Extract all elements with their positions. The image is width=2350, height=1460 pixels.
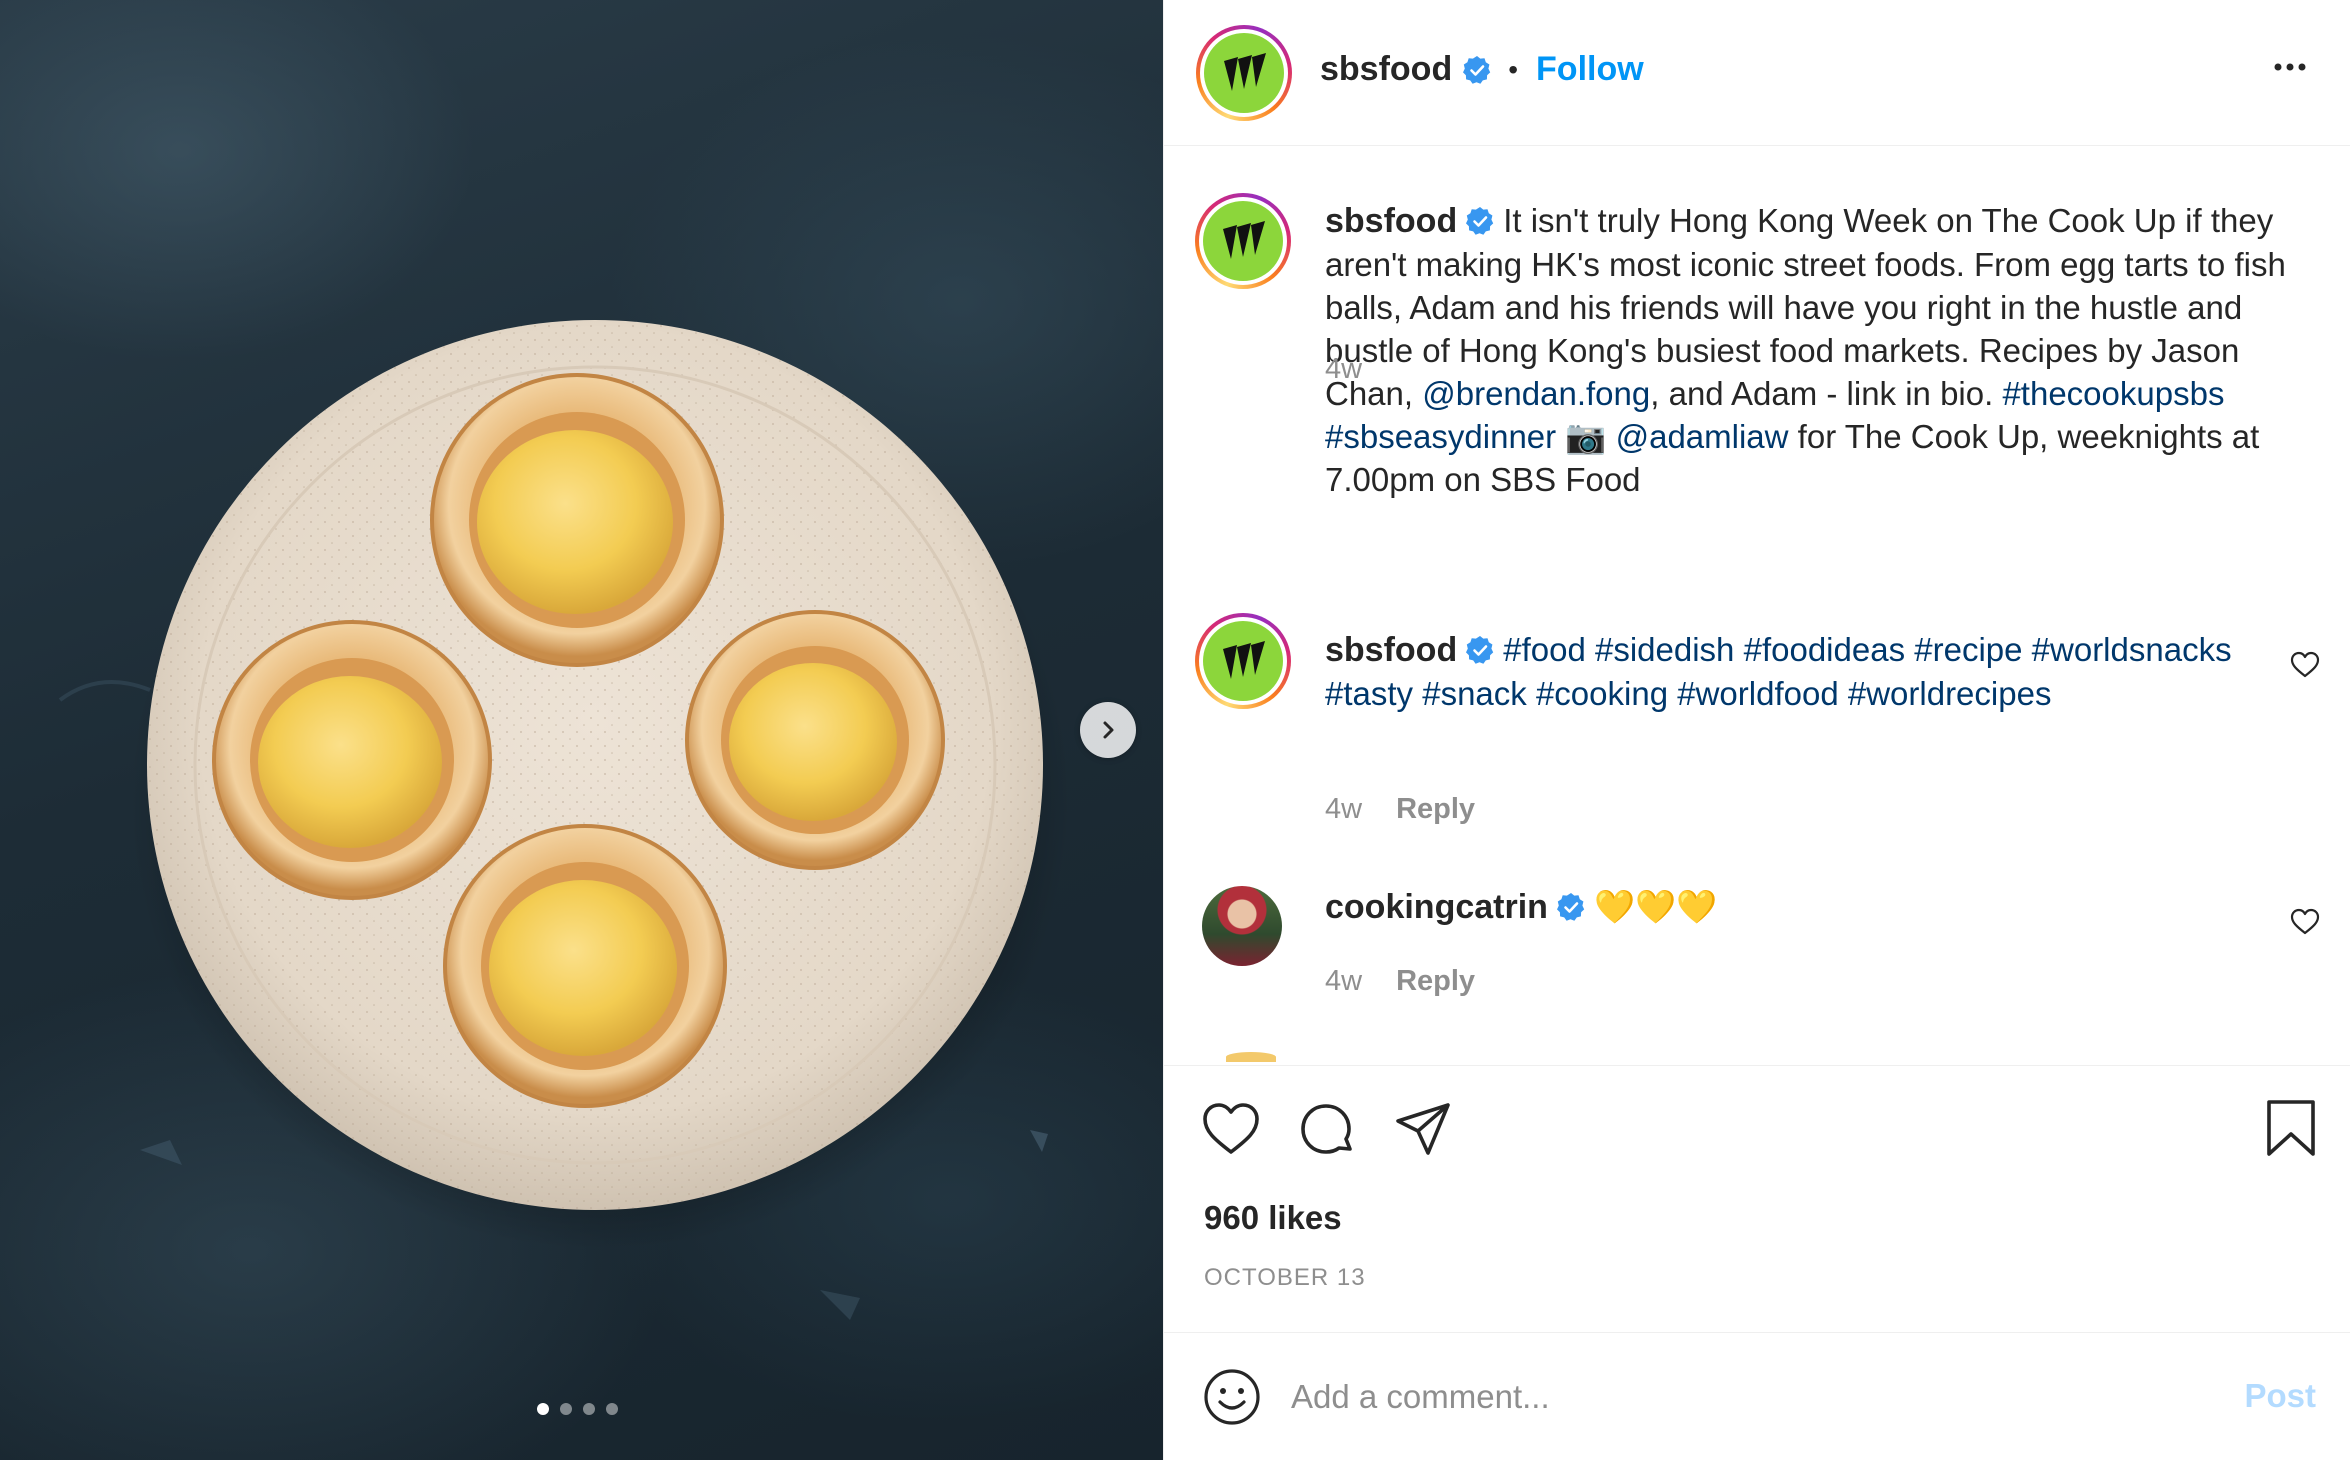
hashtag-link[interactable]: #recipe (1914, 631, 2022, 668)
more-options-button[interactable] (2272, 60, 2308, 78)
caption-body: sbsfood It isn't truly Hong Kong Week on … (1325, 199, 2320, 501)
like-button[interactable] (1202, 1102, 1260, 1161)
caption-time[interactable]: 4w (1325, 353, 1362, 386)
comment-time[interactable]: 4w (1325, 793, 1362, 826)
post-date[interactable]: OCTOBER 13 (1204, 1264, 1366, 1292)
carousel-dot (560, 1403, 572, 1415)
comment-avatar[interactable] (1202, 886, 1282, 966)
hashtag-link[interactable]: #worldfood (1677, 675, 1838, 712)
follow-button[interactable]: Follow (1536, 50, 1644, 89)
post-photo[interactable] (0, 0, 1163, 1460)
heart-icon (1203, 1103, 1259, 1154)
avatar[interactable] (1196, 25, 1292, 121)
caption-username[interactable]: sbsfood (1325, 202, 1457, 240)
carousel-dot (537, 1403, 549, 1415)
carousel-dot (606, 1403, 618, 1415)
hashtag-link[interactable]: #sidedish (1595, 631, 1734, 668)
verified-icon (1463, 55, 1491, 84)
comment-username[interactable]: sbsfood (1325, 631, 1457, 669)
sbs-logo-icon (1223, 221, 1265, 259)
comment-icon (1301, 1104, 1352, 1154)
comment-username[interactable]: cookingcatrin (1325, 888, 1548, 926)
post-actions: 960 likes OCTOBER 13 (1164, 1065, 2350, 1331)
sbs-logo-icon (1223, 641, 1265, 679)
caption-text: , and Adam - link in bio. (1650, 375, 2003, 412)
share-button[interactable] (1394, 1101, 1452, 1162)
more-icon (2274, 63, 2306, 71)
header-username[interactable]: sbsfood (1320, 50, 1452, 89)
like-comment-button[interactable] (2290, 651, 2320, 684)
carousel-next-button[interactable] (1080, 702, 1136, 758)
chevron-right-icon (1103, 721, 1114, 739)
comments-list[interactable]: sbsfood It isn't truly Hong Kong Week on … (1164, 147, 2350, 1062)
post-details-panel: sbsfood • Follow sbsfood It isn't truly … (1163, 0, 2350, 1460)
post-header: sbsfood • Follow (1164, 0, 2350, 146)
carousel-indicator (537, 1403, 618, 1415)
heart-icon (2290, 651, 2320, 678)
verified-icon (1466, 207, 1494, 235)
bookmark-icon (2267, 1100, 2315, 1156)
comment-meta: 4w Reply (1325, 965, 1475, 998)
save-button[interactable] (2265, 1098, 2317, 1163)
hashtag-link[interactable]: #food (1503, 631, 1586, 668)
post-comment-button[interactable]: Post (2244, 1377, 2316, 1415)
comment-body: sbsfood #food #sidedish #foodideas #recip… (1325, 628, 2240, 715)
hashtag-link[interactable]: #tasty (1325, 675, 1413, 712)
comment-input[interactable] (1291, 1365, 2161, 1429)
header-separator: • (1508, 53, 1519, 85)
heart-icon (2290, 908, 2320, 935)
hashtag-link[interactable]: #thecookupsbs (2002, 375, 2224, 412)
hashtag-link[interactable]: #sbseasydinner (1325, 418, 1556, 455)
mention-link[interactable]: @brendan.fong (1422, 375, 1650, 412)
caption-avatar[interactable] (1195, 193, 1291, 289)
reply-button[interactable]: Reply (1396, 965, 1475, 998)
carousel-dot (583, 1403, 595, 1415)
hashtag-link[interactable]: #worldrecipes (1848, 675, 2052, 712)
add-comment-bar: Post (1164, 1332, 2350, 1460)
next-comment-avatar-peek (1226, 1052, 1276, 1062)
sbs-logo-icon (1224, 53, 1266, 91)
hashtag-link[interactable]: #foodideas (1744, 631, 1905, 668)
likes-count[interactable]: 960 likes (1204, 1199, 1342, 1237)
comment-body: cookingcatrin 💛💛💛 (1325, 885, 2320, 929)
hashtag-link[interactable]: #snack (1422, 675, 1527, 712)
like-comment-button[interactable] (2290, 908, 2320, 941)
verified-icon (1556, 893, 1585, 921)
verified-icon (1466, 636, 1494, 664)
mention-link[interactable]: @adamliaw (1616, 418, 1789, 455)
header-user: sbsfood • Follow (1320, 50, 1644, 89)
hashtag-link[interactable]: #worldsnacks (2032, 631, 2232, 668)
comment-text: 💛💛💛 (1593, 888, 1718, 925)
emoji-button[interactable] (1202, 1367, 1262, 1432)
comment-meta: 4w Reply (1325, 793, 1475, 826)
camera-emoji: 📷 (1565, 418, 1607, 455)
comment-button[interactable] (1298, 1101, 1356, 1164)
comment-avatar[interactable] (1195, 613, 1291, 709)
hashtag-link[interactable]: #cooking (1536, 675, 1668, 712)
reply-button[interactable]: Reply (1396, 793, 1475, 826)
caption-meta: 4w (1325, 353, 1362, 386)
egg-tarts-image (58, 320, 1070, 1320)
emoji-icon (1204, 1369, 1260, 1425)
comment-time[interactable]: 4w (1325, 965, 1362, 998)
share-icon (1396, 1103, 1450, 1155)
